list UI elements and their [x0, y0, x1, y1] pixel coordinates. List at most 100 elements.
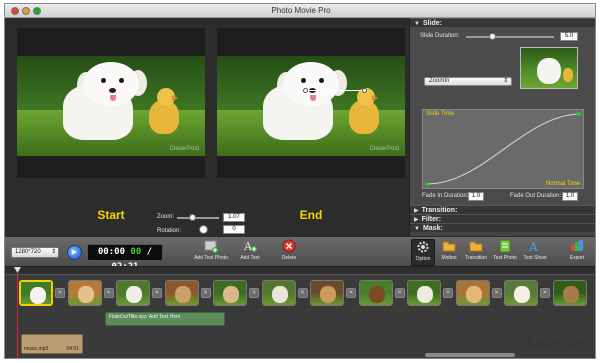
end-photo: CleverPost: [217, 56, 405, 156]
zoom-slider-knob[interactable]: [188, 214, 196, 221]
transition-icon[interactable]: ✕: [297, 288, 308, 298]
slide-duration-slider[interactable]: [466, 36, 554, 38]
start-preview[interactable]: CleverPost: [17, 28, 205, 178]
resolution-value: 1280*720: [15, 249, 41, 255]
transition-icon[interactable]: ✕: [346, 288, 356, 298]
timeline[interactable]: ✕ ✕ ✕ ✕ ✕ ✕ ✕ ✕ ✕ ✕ ✕ FlaleOutTitle.xpz: Add Text …: [5, 266, 595, 358]
fade-out-field[interactable]: 1.0: [562, 192, 578, 201]
filter-section-header[interactable]: ▶ Filter:: [410, 214, 595, 223]
gear-icon: [417, 241, 429, 253]
export-button[interactable]: Export: [563, 239, 591, 266]
current-frame: 00: [130, 247, 142, 257]
add-text-icon: A: [243, 240, 257, 253]
add-text-button[interactable]: A Add Text: [235, 239, 265, 266]
add-text-photo-icon: [204, 240, 218, 253]
zoom-value-field[interactable]: 1.07: [223, 213, 245, 222]
text-photo-label: Text Photo: [493, 255, 517, 261]
start-label: Start: [97, 208, 125, 222]
export-label: Export: [569, 255, 585, 261]
end-preview[interactable]: CleverPost: [217, 28, 405, 178]
speed-curve-graph[interactable]: Slide Time Normal Time: [422, 109, 584, 189]
transition-section-header[interactable]: ▶ Transition:: [410, 205, 595, 214]
slide-heading: Slide:: [422, 20, 443, 27]
zoom-slider[interactable]: [177, 217, 219, 219]
text-show-icon: A: [528, 240, 538, 253]
transition-icon[interactable]: ✕: [55, 288, 65, 298]
end-label: End: [299, 208, 323, 222]
fade-in-field[interactable]: 1.0: [468, 192, 484, 201]
slide-clip[interactable]: [552, 280, 587, 306]
mask-heading: Mask:: [422, 225, 443, 232]
photo-watermark: CleverPost: [369, 146, 399, 152]
slide-clip[interactable]: [455, 280, 490, 306]
play-icon: ▶: [71, 249, 78, 256]
slide-clip[interactable]: [213, 280, 247, 306]
slide-section: Slide Duration: 5.0 ZoomIn ⇕ Slide Time …: [410, 27, 595, 205]
resolution-select[interactable]: 1280*720 ⇕: [11, 247, 59, 258]
slide-clip[interactable]: [310, 280, 344, 306]
curve-start-point: [425, 182, 429, 186]
transition-icon[interactable]: ✕: [249, 288, 259, 298]
transition-icon[interactable]: ✕: [103, 288, 114, 298]
settings-panel: ▼ Slide: Slide Duration: 5.0 ZoomIn ⇕ Sli…: [409, 18, 595, 236]
zoom-rect-edge: [305, 90, 365, 91]
option-tab[interactable]: Option: [411, 239, 435, 266]
add-text-photo-button[interactable]: Add Text Photo: [191, 239, 231, 266]
select-arrows-icon: ⇕: [502, 78, 508, 84]
slide-duration-knob[interactable]: [489, 33, 497, 40]
slide-clip[interactable]: [67, 280, 102, 306]
text-show-label: Text Show: [523, 255, 547, 261]
transition-icon[interactable]: ✕: [152, 288, 162, 298]
slide-clip[interactable]: [358, 280, 393, 306]
speed-curve: [425, 112, 581, 186]
toolbar: 1280*720 ⇕ ▶ 00:00 00 / 02:21 Add Text P…: [5, 236, 595, 272]
text-show-tab[interactable]: A Text Show: [521, 239, 549, 266]
disclosure-open-icon: ▼: [414, 226, 420, 232]
app-window: Photo Movie Pro CleverPost CleverPost St…: [4, 3, 596, 359]
transition-label: Transition: [465, 255, 487, 261]
start-photo: CleverPost: [17, 56, 205, 156]
delete-button[interactable]: Delete: [275, 239, 303, 266]
text-photo-tab[interactable]: Text Photo: [491, 239, 519, 266]
transition-icon[interactable]: ✕: [394, 288, 405, 298]
motion-tab[interactable]: Motion: [437, 239, 461, 266]
rotation-value-field[interactable]: 0: [223, 225, 245, 234]
slide-clip[interactable]: [407, 280, 441, 306]
slide-clip[interactable]: [19, 280, 53, 306]
playhead[interactable]: [17, 267, 18, 358]
effect-select[interactable]: ZoomIn ⇕: [424, 77, 512, 86]
delete-icon: [282, 239, 296, 253]
transition-tab[interactable]: Transition: [463, 239, 489, 266]
slide-clip[interactable]: [261, 280, 296, 306]
select-arrows-icon: ⇕: [50, 249, 56, 255]
filter-heading: Filter:: [421, 216, 442, 223]
site-watermark-text: Yuucn.com: [525, 335, 590, 349]
mask-section-header[interactable]: ▼ Mask:: [410, 223, 595, 232]
add-text-label: Add Text: [240, 255, 260, 261]
text-photo-icon: [499, 239, 511, 253]
text-clip[interactable]: FlaleOutTitle.xpz: Add Text Here: [105, 312, 225, 326]
music-clip[interactable]: music.mp3 04:51: [21, 334, 83, 354]
slide-clip[interactable]: [504, 280, 538, 306]
slide-clip[interactable]: [116, 280, 150, 306]
svg-text:A: A: [243, 240, 253, 253]
title-bar: Photo Movie Pro: [5, 4, 595, 18]
slide-clip[interactable]: [164, 280, 199, 306]
slide-duration-field[interactable]: 5.0: [560, 32, 578, 41]
transition-icon[interactable]: ✕: [200, 288, 211, 298]
transition-icon[interactable]: ✕: [540, 288, 550, 298]
zoom-handle-left[interactable]: [303, 88, 308, 93]
transition-icon[interactable]: ✕: [491, 288, 502, 298]
timeline-scrollbar[interactable]: [425, 353, 515, 357]
current-time: 00:00: [97, 247, 125, 257]
play-button[interactable]: ▶: [67, 245, 82, 260]
rotation-knob[interactable]: [199, 225, 208, 234]
music-clip-duration: 04:51: [66, 346, 79, 352]
transition-icon[interactable]: ✕: [443, 288, 453, 298]
fade-in-label: Fade In Duration:: [422, 193, 469, 199]
option-label: Option: [415, 256, 431, 262]
slide-section-header[interactable]: ▼ Slide:: [410, 18, 595, 27]
folder-icon: [469, 241, 483, 252]
timeline-ruler[interactable]: [5, 267, 595, 275]
zoom-handle-right[interactable]: [362, 88, 367, 93]
